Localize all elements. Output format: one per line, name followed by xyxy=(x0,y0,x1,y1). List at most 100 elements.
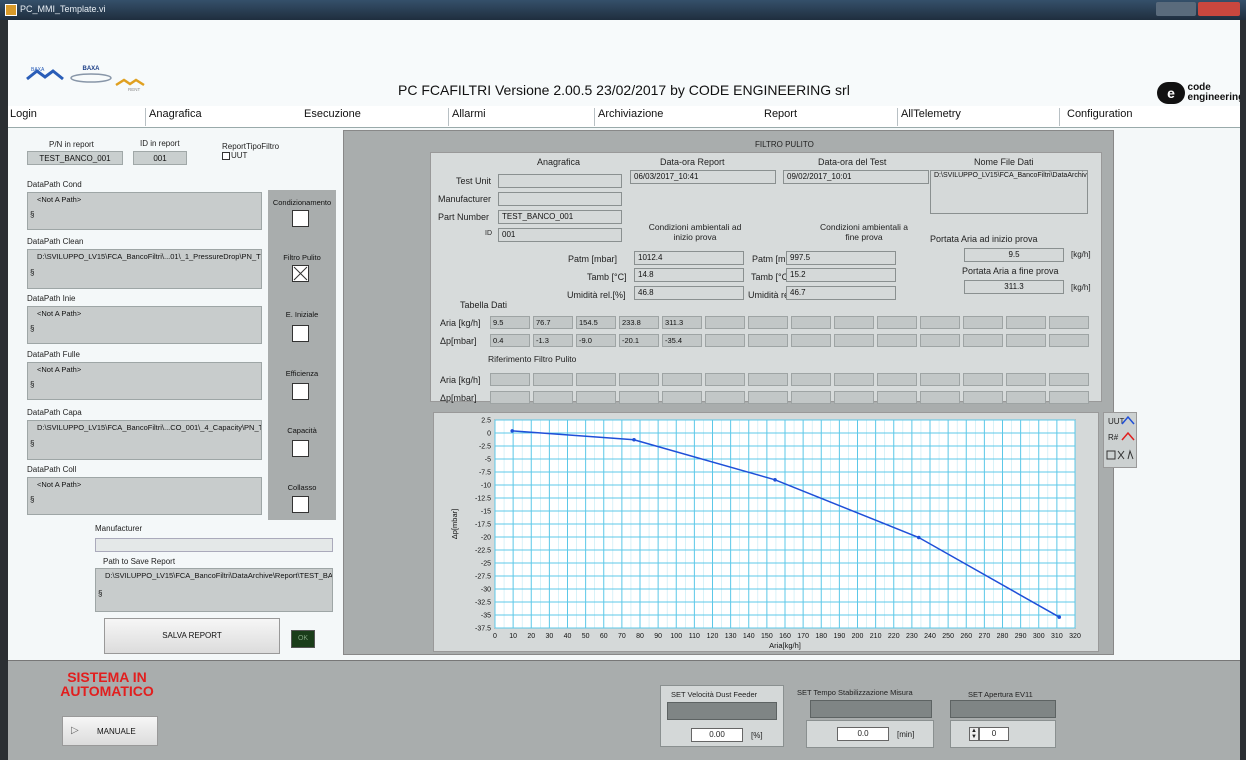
datapath-clean-value: D:\SVILUPPO_LV15\FCA_BancoFiltri\...01\_… xyxy=(37,252,261,261)
dp-cell xyxy=(1006,334,1046,347)
x-tick-label: 180 xyxy=(815,633,827,640)
pressure-drop-chart[interactable]: 0 10 20 30 40 50 60 70 80 90 100 110 120 130 140 150 160… xyxy=(433,412,1099,652)
datapath-cond-field[interactable]: § <Not A Path> xyxy=(27,192,262,230)
window-title: PC_MMI_Template.vi xyxy=(20,4,106,14)
y-tick-label: -32.5 xyxy=(475,600,491,607)
ref-dp-cell xyxy=(619,391,659,404)
tab-report[interactable]: Report xyxy=(764,108,797,120)
path-browse-icon[interactable]: § xyxy=(30,495,34,505)
x-tick-label: 280 xyxy=(997,633,1009,640)
ce-logo-icon: e xyxy=(1157,82,1185,104)
check-condizionamento[interactable] xyxy=(292,210,309,227)
tab-anagrafica[interactable]: Anagrafica xyxy=(149,108,202,120)
set2-label: SET Tempo Stabilizzazione Misura xyxy=(797,688,913,697)
anagrafica-title: Anagrafica xyxy=(537,157,581,167)
datapath-fulle-field[interactable]: § <Not A Path> xyxy=(27,362,262,400)
ref-aria-cell xyxy=(963,373,1003,386)
manufacturer-input[interactable] xyxy=(95,538,333,552)
path-browse-icon[interactable]: § xyxy=(30,324,34,334)
tab-archiviazione[interactable]: Archiviazione xyxy=(598,108,663,120)
manual-button[interactable]: ▷ MANUALE xyxy=(62,716,158,746)
tab-esecuzione[interactable]: Esecuzione xyxy=(304,108,361,120)
ref-dp-cell xyxy=(490,391,530,404)
ce-logo-line2: engineering xyxy=(1187,92,1245,103)
tab-separator xyxy=(897,108,898,126)
baxa-car-logo: BAXA xyxy=(68,66,114,86)
path-browse-icon[interactable]: § xyxy=(30,439,34,449)
x-tick-label: 270 xyxy=(979,633,991,640)
report-tipo-filtro-label: ReportTipoFiltro xyxy=(222,142,280,151)
datapath-coll-label: DataPath Coll xyxy=(27,465,77,474)
path-browse-icon[interactable]: § xyxy=(98,589,102,599)
x-tick-label: 260 xyxy=(960,633,972,640)
minimize-maximize-buttons[interactable] xyxy=(1156,2,1196,16)
set1-input[interactable]: 0.00 xyxy=(691,728,743,742)
set3-stepper-icon[interactable]: ▲ ▼ xyxy=(969,727,979,741)
set3-slider[interactable] xyxy=(950,700,1056,718)
rent-logo-icon: RENT xyxy=(115,78,145,92)
app-title: PC FCAFILTRI Versione 2.00.5 23/02/2017 … xyxy=(398,82,850,98)
save-path-field[interactable]: § D:\SVILUPPO_LV15\FCA_BancoFiltri\DataA… xyxy=(95,568,333,612)
datapath-inie-field[interactable]: § <Not A Path> xyxy=(27,306,262,344)
aria-cell: 233.8 xyxy=(619,316,659,329)
tab-separator xyxy=(448,108,449,126)
tab-configuration[interactable]: Configuration xyxy=(1067,108,1132,120)
x-tick-label: 20 xyxy=(527,633,535,640)
path-browse-icon[interactable]: § xyxy=(30,268,34,278)
set2-input[interactable]: 0.0 xyxy=(837,727,889,741)
ref-dp-cell xyxy=(748,391,788,404)
y-tick-label: -7.5 xyxy=(479,470,491,477)
y-tick-label: -2.5 xyxy=(479,444,491,451)
chart-tools-icon[interactable] xyxy=(1106,449,1136,461)
ok-led: OK xyxy=(291,630,315,648)
manufacturer-main-value xyxy=(498,192,622,206)
data-point xyxy=(916,535,921,540)
path-browse-icon[interactable]: § xyxy=(30,380,34,390)
check-capacita[interactable] xyxy=(292,440,309,457)
set2-slider[interactable] xyxy=(810,700,932,718)
ref-dp-cell xyxy=(576,391,616,404)
tamb-start-value: 14.8 xyxy=(634,268,744,282)
ref-dp-cell xyxy=(533,391,573,404)
set1-unit: [%] xyxy=(751,731,763,740)
path-browse-icon[interactable]: § xyxy=(30,210,34,220)
tamb-end-label: Tamb [°C] xyxy=(751,272,791,282)
datapath-coll-field[interactable]: § <Not A Path> xyxy=(27,477,262,515)
ref-aria-row-label: Aria [kg/h] xyxy=(440,375,481,385)
part-number-label: Part Number xyxy=(438,212,490,222)
aria-cell xyxy=(748,316,788,329)
set1-slider[interactable] xyxy=(667,702,777,720)
set1-label: SET Velocità Dust Feeder xyxy=(671,690,758,699)
save-report-button[interactable]: SALVA REPORT xyxy=(104,618,280,654)
save-path-label: Path to Save Report xyxy=(103,557,176,566)
check-efficienza[interactable] xyxy=(292,383,309,400)
tab-allarmi[interactable]: Allarmi xyxy=(452,108,486,120)
set3-input[interactable]: 0 xyxy=(979,727,1009,741)
umid-start-value: 46.8 xyxy=(634,286,744,300)
uut-checkbox[interactable] xyxy=(222,152,230,160)
data-point xyxy=(632,437,636,442)
tab-login[interactable]: Login xyxy=(10,108,37,120)
datapath-capa-label: DataPath Capa xyxy=(27,408,82,417)
datapath-inie-label: DataPath Inie xyxy=(27,294,76,303)
tab-alltelemetry[interactable]: AllTelemetry xyxy=(901,108,961,120)
aria-cell xyxy=(1006,316,1046,329)
y-tick-label: -25 xyxy=(481,561,491,568)
check-collasso[interactable] xyxy=(292,496,309,513)
datapath-clean-field[interactable]: § D:\SVILUPPO_LV15\FCA_BancoFiltri\...01… xyxy=(27,249,262,289)
data-test-label: Data-ora del Test xyxy=(818,157,887,167)
data-point xyxy=(510,429,515,433)
y-tick-label: -30 xyxy=(481,587,491,594)
check-e-iniziale[interactable] xyxy=(292,325,309,342)
x-tick-label: 240 xyxy=(924,633,936,640)
dp-cell xyxy=(834,334,874,347)
dp-cell xyxy=(748,334,788,347)
datapath-capa-field[interactable]: § D:\SVILUPPO_LV15\FCA_BancoFiltri\...CO… xyxy=(27,420,262,460)
close-button[interactable] xyxy=(1198,2,1240,16)
nome-file-value: D:\SVILUPPO_LV15\FCA_BancoFiltri\DataArc… xyxy=(930,170,1088,214)
check-x-icon xyxy=(293,266,308,281)
y-tick-label: -15 xyxy=(481,509,491,516)
x-axis-label: Aria[kg/h] xyxy=(769,641,801,650)
data-point xyxy=(1057,615,1062,619)
check-filtro-pulito[interactable] xyxy=(292,265,309,282)
